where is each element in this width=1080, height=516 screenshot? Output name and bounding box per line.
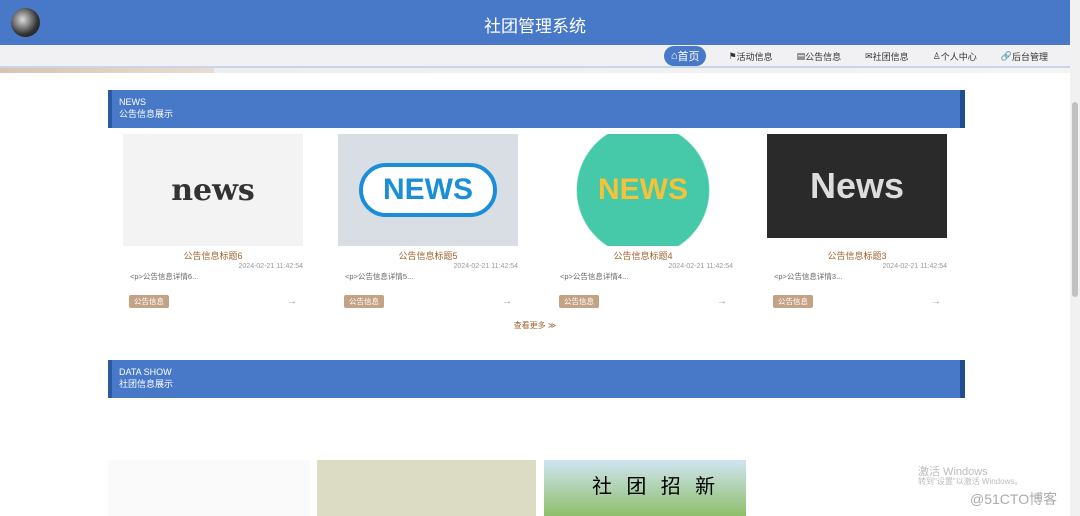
news-tag: 公告信息 [129, 295, 169, 308]
banner [0, 68, 1070, 73]
news-date: 2024-02-21 11:42:54 [668, 263, 733, 270]
header: 社团管理系统 [0, 0, 1070, 45]
scrollbar[interactable] [1070, 0, 1080, 516]
nav-notice[interactable]: ▤ 公告信息 [795, 46, 844, 66]
news-tag: 公告信息 [344, 295, 384, 308]
arrow-right-icon[interactable]: → [931, 296, 941, 307]
nav-profile[interactable]: ♙ 个人中心 [931, 46, 979, 66]
watermark-brand: @51CTO博客 [970, 491, 1058, 507]
nav-admin[interactable]: 🔗 后台管理 [999, 46, 1050, 66]
news-card[interactable]: NEWS 公告信息标题5 2024-02-21 11:42:54 <p>公告信息… [338, 134, 518, 308]
news-date: 2024-02-21 11:42:54 [882, 263, 947, 270]
news-tag: 公告信息 [559, 295, 599, 308]
club-image[interactable]: 社 团 招 新 [544, 460, 746, 516]
news-date: 2024-02-21 11:42:54 [238, 263, 303, 270]
nav-bar: ⌂ 首页 ⚑ 活动信息 ▤ 公告信息 ✉ 社团信息 ♙ 个人中心 🔗 后台管理 [0, 45, 1070, 68]
page-title: 社团管理系统 [484, 17, 586, 36]
club-image[interactable] [317, 460, 536, 516]
arrow-right-icon[interactable]: → [502, 296, 512, 307]
news-image: NEWS [553, 134, 733, 246]
arrow-right-icon[interactable]: → [717, 296, 727, 307]
section-title-en: NEWS [119, 97, 146, 107]
news-card[interactable]: News 公告信息标题3 2024-02-21 11:42:54 <p>公告信息… [767, 134, 947, 308]
section-title-en: DATA SHOW [119, 367, 172, 377]
user-icon: ♙ [932, 50, 941, 61]
news-image: news [123, 134, 303, 246]
nav-club[interactable]: ✉ 社团信息 [863, 46, 911, 66]
club-image[interactable] [108, 460, 310, 516]
home-icon: ⌂ [670, 50, 678, 62]
news-desc: <p>公告信息详情4... [560, 272, 629, 281]
scrollbar-thumb[interactable] [1072, 102, 1078, 297]
section-title-zh: 社团信息展示 [119, 379, 174, 389]
news-card[interactable]: news 公告信息标题6 2024-02-21 11:42:54 <p>公告信息… [123, 134, 303, 308]
arrow-right-icon[interactable]: → [287, 296, 297, 307]
news-title[interactable]: 公告信息标题3 [767, 249, 947, 262]
news-tag: 公告信息 [773, 295, 813, 308]
news-title[interactable]: 公告信息标题5 [338, 249, 518, 262]
news-image: News [767, 134, 947, 238]
notice-icon: ▤ [796, 50, 806, 61]
news-title[interactable]: 公告信息标题4 [553, 249, 733, 262]
mail-icon: ✉ [865, 50, 873, 61]
news-title[interactable]: 公告信息标题6 [123, 249, 303, 262]
activity-icon: ⚑ [728, 50, 737, 61]
nav-activity[interactable]: ⚑ 活动信息 [726, 46, 774, 66]
news-card[interactable]: NEWS 公告信息标题4 2024-02-21 11:42:54 <p>公告信息… [553, 134, 733, 308]
news-section-header: NEWS 公告信息展示 [108, 90, 965, 128]
view-more-link[interactable]: 查看更多 ≫ [0, 320, 1070, 331]
link-icon: 🔗 [1000, 50, 1012, 61]
section-title-zh: 公告信息展示 [119, 109, 174, 119]
news-desc: <p>公告信息详情3... [774, 272, 843, 281]
data-show-section-header: DATA SHOW 社团信息展示 [108, 360, 965, 398]
watermark-text: 转到"设置"以激活 Windows。 [918, 477, 1023, 486]
news-desc: <p>公告信息详情5... [345, 272, 414, 281]
news-image: NEWS [359, 163, 497, 217]
news-date: 2024-02-21 11:42:54 [453, 263, 518, 270]
nav-home[interactable]: ⌂ 首页 [663, 46, 707, 66]
news-desc: <p>公告信息详情6... [130, 272, 199, 281]
